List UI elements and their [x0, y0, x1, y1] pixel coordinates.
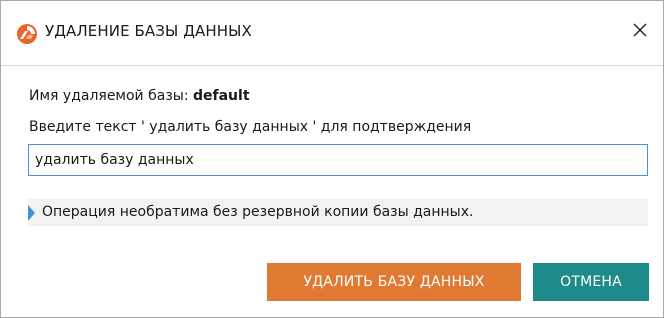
info-marker-icon	[28, 205, 35, 221]
app-logo-icon	[16, 23, 38, 45]
dialog-titlebar: УДАЛЕНИЕ БАЗЫ ДАННЫХ	[1, 1, 663, 63]
cancel-button[interactable]: ОТМЕНА	[533, 263, 649, 301]
dialog-body: Имя удаляемой базы: default Введите текс…	[1, 66, 663, 317]
delete-database-dialog: УДАЛЕНИЕ БАЗЫ ДАННЫХ Имя удаляемой базы:…	[0, 0, 664, 318]
delete-database-button[interactable]: УДАЛИТЬ БАЗУ ДАННЫХ	[267, 263, 521, 301]
dialog-title: УДАЛЕНИЕ БАЗЫ ДАННЫХ	[45, 22, 252, 40]
confirmation-prompt: Введите текст ' удалить базу данных ' дл…	[29, 119, 472, 135]
database-name-value: default	[193, 88, 250, 104]
warning-message: Операция необратима без резервной копии …	[42, 204, 474, 220]
warning-info-bar: Операция необратима без резервной копии …	[28, 199, 648, 226]
database-name-label: Имя удаляемой базы:	[29, 88, 193, 104]
database-name-line: Имя удаляемой базы: default	[29, 88, 250, 104]
close-icon	[632, 22, 648, 42]
confirmation-input[interactable]	[28, 144, 648, 176]
close-button[interactable]	[623, 15, 657, 49]
